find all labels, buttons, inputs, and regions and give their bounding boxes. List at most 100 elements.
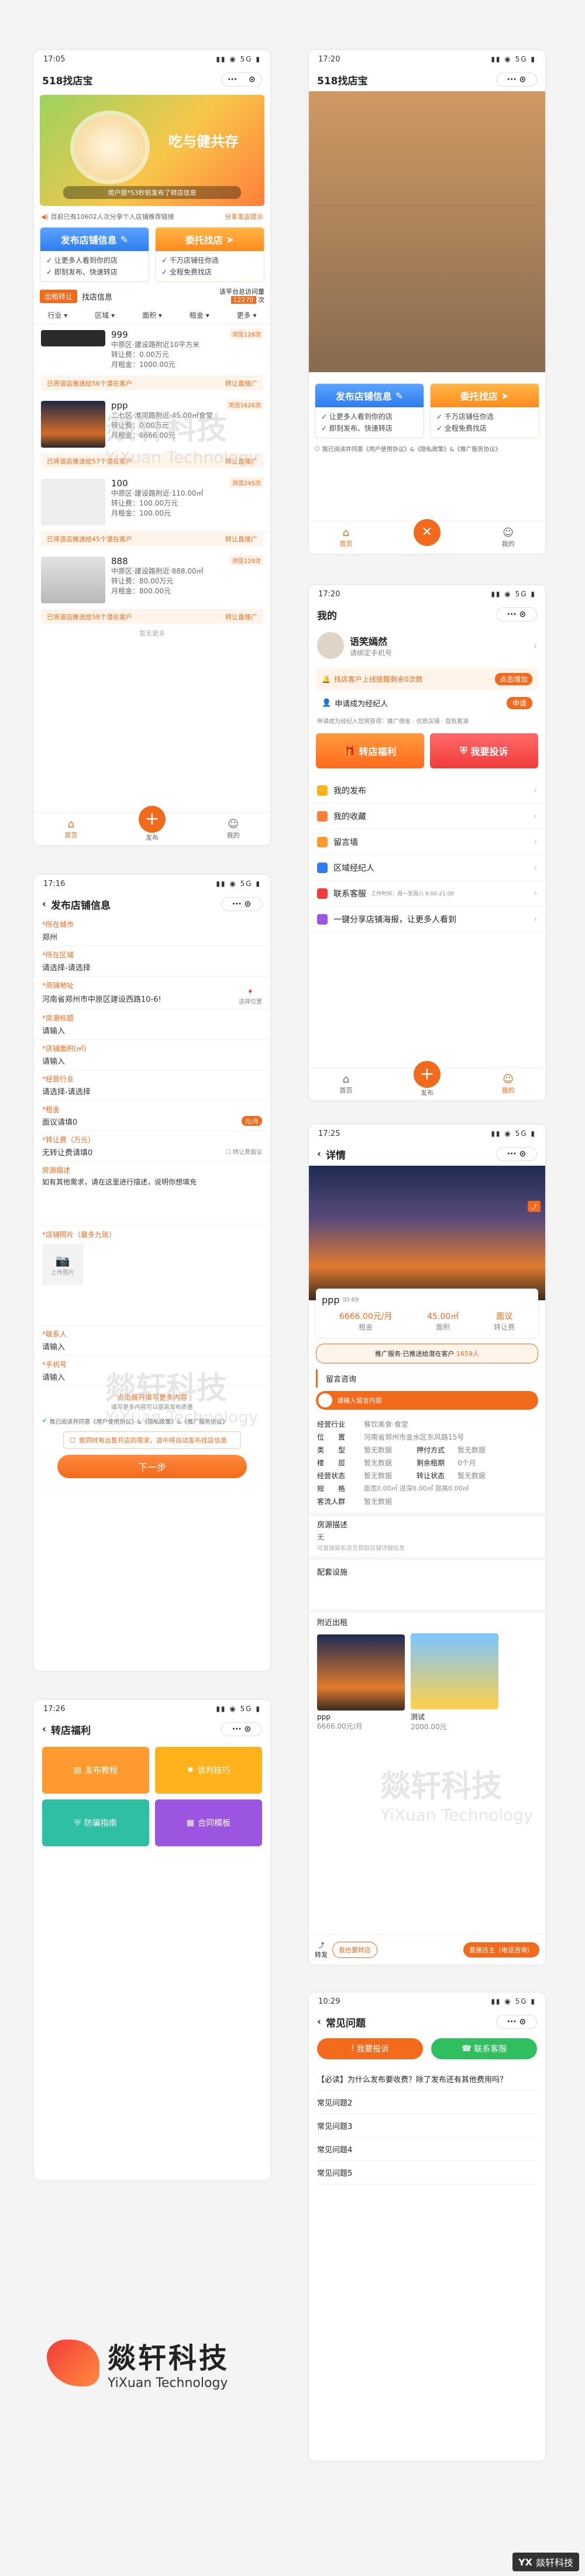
back-icon[interactable]: ‹: [42, 898, 46, 910]
close-popup-button[interactable]: ✕: [413, 518, 441, 546]
publish-card[interactable]: 发布店铺信息 ✎ ✓ 让更多人看到你的店 ✓ 即刻发布、快速转店: [40, 227, 149, 282]
menu-message-wall[interactable]: 留言墙 ›: [309, 829, 545, 855]
agreement-row[interactable]: ○ 我已阅读并同意《用户使用协议》&《隐私政策》&《推广服务协议》: [315, 444, 539, 453]
filter-rent[interactable]: 租金 ▾: [190, 310, 209, 320]
back-icon[interactable]: ‹: [317, 2016, 321, 2028]
negotiable-checkbox[interactable]: ☐ 转让费面议: [226, 1147, 262, 1156]
capsule-menu[interactable]: ··· ⊙: [221, 897, 262, 911]
tab-home[interactable]: ⌂ 首页: [339, 1073, 352, 1095]
contact-field[interactable]: *联系人 请输入: [34, 1325, 270, 1356]
back-icon[interactable]: ‹: [317, 1148, 321, 1160]
list-item[interactable]: 100 中原区·建设路附近·110.00㎡ 转让费：100.00万元 月租金：100.…: [34, 473, 270, 546]
upload-button[interactable]: 📷 上传图片: [42, 1244, 83, 1285]
nearby-item[interactable]: 测试 2000.00元: [411, 1633, 498, 1732]
filter-industry[interactable]: 行业 ▾: [47, 310, 67, 320]
contact-service-button[interactable]: ☎ 联系客服: [431, 2038, 537, 2059]
back-icon[interactable]: ‹: [42, 1723, 46, 1735]
message-input[interactable]: 请输入留言内容: [316, 1391, 538, 1410]
transfer-welfare-card[interactable]: 🎁 转店福利: [316, 733, 424, 768]
filter-more[interactable]: 更多 ▾: [237, 310, 257, 320]
forward-button[interactable]: ⤴ 转发: [315, 1940, 328, 1959]
title-field[interactable]: *房源标题 请输入: [34, 1009, 270, 1040]
share-button[interactable]: 分享发店提示: [225, 212, 263, 221]
next-button[interactable]: 下一步: [57, 1455, 247, 1478]
tab-publish[interactable]: + 发布: [413, 1060, 441, 1097]
capsule-menu[interactable]: ··· ⊙: [221, 73, 262, 87]
address-field[interactable]: *商铺地址 河南省郑州市中原区建设西路10-6! 📍 选择位置: [34, 977, 270, 1009]
checkbox-icon[interactable]: ☐: [70, 1437, 75, 1444]
capsule-menu[interactable]: ··· ⊙: [496, 607, 537, 621]
capsule-menu[interactable]: ··· ⊙: [496, 2015, 537, 2029]
status-time: 17:20: [318, 54, 340, 64]
menu-my-posts[interactable]: 我的发布 ›: [309, 778, 545, 803]
faq-item[interactable]: 【必读】为什么发布要收费？除了发布还有其他费用吗？: [317, 2067, 537, 2091]
expand-more[interactable]: 点击展开填写更多内容 填写更多内容可以提高发布质量: [34, 1386, 270, 1417]
checkbox-icon[interactable]: ✔: [42, 1418, 47, 1424]
entrust-card[interactable]: 委托找店 ➤ ✓ 千万店铺任你选 ✓ 全程免费找店: [155, 227, 264, 282]
entrust-button[interactable]: 委托找店 ➤: [156, 228, 264, 251]
card-anti-fraud[interactable]: ⛨ 防骗指南: [42, 1799, 149, 1846]
promote-button[interactable]: 转让直接广: [225, 534, 257, 544]
share-tag[interactable]: ⤴: [528, 1201, 541, 1212]
district-field[interactable]: *所在区域 请选择-请选择: [34, 946, 270, 977]
promote-button[interactable]: 转让直接广: [225, 612, 257, 621]
description-field[interactable]: 房源描述 如有其他需求，请在这里进行描述，说明你想填充: [34, 1162, 270, 1226]
complaint-card[interactable]: ⛨ 我要投诉: [430, 733, 538, 768]
phone-field[interactable]: *手机号 请输入: [34, 1356, 270, 1386]
faq-item[interactable]: 常见问题4: [317, 2138, 537, 2161]
sync-option[interactable]: ☐ 我同时有出售开店的需求，选中将自动发布找店信息: [63, 1431, 241, 1449]
tab-mine[interactable]: ☺ 我的: [227, 818, 240, 840]
publish-button[interactable]: 发布店铺信息 ✎: [40, 228, 149, 251]
card-publish-guide[interactable]: ▤ 发布教程: [42, 1747, 149, 1794]
locate-button[interactable]: 📍 选择位置: [239, 990, 262, 1005]
entrust-card[interactable]: 委托找店 ➤ ✓ 千万店铺任你选 ✓ 全程免费找店: [430, 383, 539, 438]
agreement-row[interactable]: ✔ 我已阅读并同意《用户使用协议》&《隐私政策》&《推广服务协议》: [34, 1417, 270, 1426]
area-field[interactable]: *店铺面积(㎡) 请输入: [34, 1040, 270, 1070]
capsule-menu[interactable]: ··· ⊙: [221, 1722, 262, 1736]
entrust-button[interactable]: 委托找店 ➤: [431, 384, 539, 407]
city-field[interactable]: *所在城市 郑州: [34, 916, 270, 946]
nearby-item[interactable]: ppp 6666.00元/月: [317, 1634, 405, 1731]
banner[interactable]: 吃与健共存 用户提*53秒前发布了转店信息: [40, 95, 264, 206]
card-contract[interactable]: ▦ 合同模板: [155, 1799, 262, 1846]
close-capsule-icon[interactable]: ⊙: [249, 75, 256, 84]
rent-unit-badge[interactable]: 元/月: [241, 1115, 262, 1126]
faq-item[interactable]: 常见问题3: [317, 2114, 537, 2138]
industry-field[interactable]: *经营行业 请选择-请选择: [34, 1070, 270, 1101]
promote-button[interactable]: 转让直接广: [225, 456, 257, 466]
hero-image[interactable]: ⤴: [309, 1166, 545, 1300]
menu-contact-service[interactable]: 联系客服 工作时间：周一至周六 9:00-21:00 ›: [309, 881, 545, 906]
faq-item[interactable]: 常见问题2: [317, 2091, 537, 2114]
checkbox-icon[interactable]: ○: [315, 445, 320, 452]
menu-share-poster[interactable]: 一键分享店铺海报，让更多人看到 ›: [309, 906, 545, 932]
list-item[interactable]: 888 中原区·建设路附近·888.00㎡ 转让费：80.00万元 月租金：800.0…: [34, 551, 270, 624]
promote-button[interactable]: 转让直接广: [225, 379, 257, 388]
tab-home[interactable]: ⌂ 首页: [64, 818, 77, 840]
list-item[interactable]: 999 中原区·建设路附近10平方米 转让费：0.00万元 月租金：1000.00元 …: [34, 324, 270, 390]
tab-rent[interactable]: 出租转让: [40, 289, 78, 303]
filter-size[interactable]: 面积 ▾: [142, 310, 162, 320]
increase-button[interactable]: 点击增加: [494, 673, 532, 685]
rent-field[interactable]: *租金 面议请填0 元/月: [34, 1101, 270, 1131]
tab-mine[interactable]: ☺ 我的: [502, 527, 515, 548]
transfer-fee-field[interactable]: *转让费（万元） 无转让费请填0 ☐ 转让费面议: [34, 1131, 270, 1162]
profile-header[interactable]: 语笑嫣然 请绑定手机号 ›: [309, 626, 545, 665]
list-item[interactable]: ppp 二七区·淮河路附近·45.00㎡食堂 转让费：0.00万元 月租金：6666.…: [34, 395, 270, 468]
publish-card[interactable]: 发布店铺信息 ✎ ✓ 让更多人看到你的店 ✓ 即刻发布、快速转店: [315, 383, 424, 438]
publish-button[interactable]: 发布店铺信息 ✎: [315, 384, 424, 407]
filter-area[interactable]: 区域 ▾: [95, 310, 115, 320]
card-negotiation[interactable]: ✸ 谈判技巧: [155, 1747, 262, 1794]
capsule-menu[interactable]: ··· ⊙: [496, 73, 537, 87]
menu-favorites[interactable]: 我的收藏 ›: [309, 803, 545, 829]
apply-button[interactable]: 申请: [506, 697, 532, 709]
tab-find[interactable]: 找店信息: [82, 291, 112, 302]
tab-home[interactable]: ⌂ 首页: [339, 527, 352, 548]
complaint-button[interactable]: ! 我要投诉: [317, 2038, 423, 2059]
tab-mine[interactable]: ☺ 我的: [502, 1073, 515, 1095]
i-want-transfer-button[interactable]: 我也要转店: [332, 1941, 377, 1958]
tab-publish[interactable]: + 发布: [138, 805, 166, 842]
faq-item[interactable]: 常见问题5: [317, 2161, 537, 2185]
menu-region-agent[interactable]: 区域经纪人 ›: [309, 855, 545, 881]
capsule-menu[interactable]: ··· ⊙: [496, 1147, 537, 1161]
call-owner-button[interactable]: 直接店主（电话咨询）: [463, 1942, 539, 1957]
